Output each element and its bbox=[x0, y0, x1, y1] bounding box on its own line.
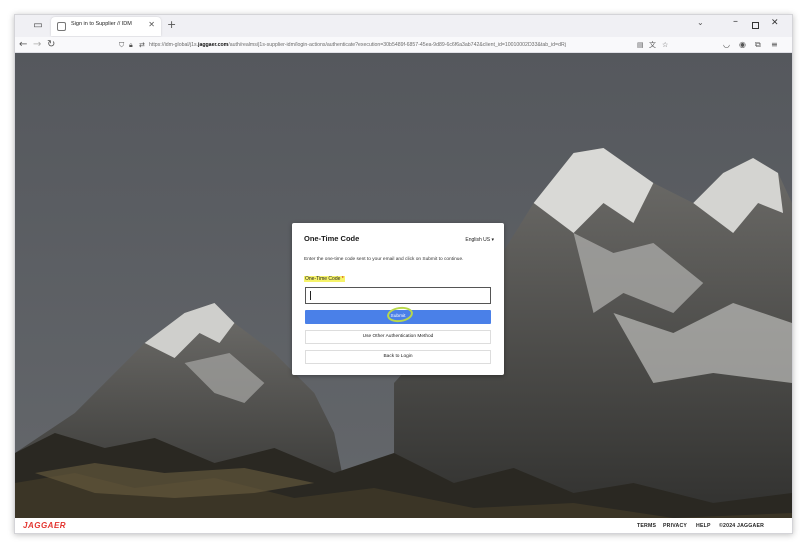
copyright-text: ©2024 JAGGAER bbox=[719, 523, 765, 529]
required-mark: * bbox=[341, 276, 344, 282]
tab-close-icon[interactable]: ✕ bbox=[148, 20, 155, 29]
tab-strip: ▭ Sign in to Supplier // IDM ✕ + ⌄ – ✕ bbox=[15, 15, 792, 37]
forward-arrow-icon[interactable]: → bbox=[33, 38, 41, 52]
translate-icon[interactable]: 文 bbox=[649, 39, 656, 51]
reader-view-icon[interactable]: ▤ bbox=[637, 39, 644, 51]
privacy-link[interactable]: PRIVACY bbox=[663, 523, 687, 529]
login-page: One-Time Code English US ▾ Enter the one… bbox=[15, 53, 792, 533]
shield-icon[interactable]: ⛉ bbox=[119, 39, 124, 51]
terms-link[interactable]: TERMS bbox=[637, 523, 656, 529]
reload-icon[interactable]: ↻ bbox=[47, 38, 55, 52]
instruction-text: Enter the one-time code sent to your ema… bbox=[304, 257, 464, 262]
menu-icon[interactable]: ≡ bbox=[771, 38, 778, 52]
text-cursor bbox=[310, 291, 311, 300]
other-authentication-method-button[interactable]: Use Other Authentication Method bbox=[305, 330, 491, 344]
bookmark-star-icon[interactable]: ☆ bbox=[662, 39, 668, 51]
one-time-code-dialog: One-Time Code English US ▾ Enter the one… bbox=[292, 223, 504, 375]
lock-icon[interactable]: 🔒︎ bbox=[129, 39, 133, 51]
new-tab-icon[interactable]: + bbox=[167, 18, 176, 32]
account-icon[interactable]: ◉ bbox=[739, 38, 746, 52]
jaggaer-logo: JAGGAER bbox=[23, 521, 67, 530]
close-window-icon[interactable]: ✕ bbox=[771, 18, 779, 28]
navigation-bar: ← → ↻ ⛉ 🔒︎ ⇄ https://idm-global/j1s.jagg… bbox=[15, 37, 792, 53]
minimize-icon[interactable]: – bbox=[733, 16, 738, 27]
permissions-icon[interactable]: ⇄ bbox=[139, 39, 145, 51]
tab-title: Sign in to Supplier // IDM bbox=[71, 21, 132, 27]
url-bar[interactable]: ⛉ 🔒︎ ⇄ https://idm-global/j1s.jaggaer.co… bbox=[117, 38, 677, 52]
pocket-icon[interactable]: ◡ bbox=[723, 38, 730, 52]
tab-list-icon[interactable]: ▭ bbox=[31, 19, 45, 33]
extensions-icon[interactable]: ⧉ bbox=[755, 38, 761, 52]
page-footer: JAGGAER TERMS PRIVACY HELP ©2024 JAGGAER bbox=[15, 518, 792, 533]
maximize-icon[interactable] bbox=[752, 22, 759, 29]
caret-down-icon: ▾ bbox=[491, 237, 494, 243]
one-time-code-label: One-Time Code * bbox=[304, 276, 345, 282]
help-link[interactable]: HELP bbox=[696, 523, 711, 529]
one-time-code-input[interactable] bbox=[305, 287, 491, 304]
url-text[interactable]: https://idm-global/j1s.jaggaer.com/auth/… bbox=[149, 40, 629, 50]
browser-tab[interactable]: Sign in to Supplier // IDM ✕ bbox=[51, 17, 161, 36]
favicon-icon bbox=[57, 22, 66, 31]
back-arrow-icon[interactable]: ← bbox=[19, 38, 27, 52]
chevron-down-icon[interactable]: ⌄ bbox=[697, 18, 704, 27]
dialog-title: One-Time Code bbox=[304, 234, 360, 243]
browser-window: ▭ Sign in to Supplier // IDM ✕ + ⌄ – ✕ ←… bbox=[14, 14, 793, 534]
back-to-login-button[interactable]: Back to Login bbox=[305, 350, 491, 364]
language-select[interactable]: English US ▾ bbox=[465, 237, 494, 243]
